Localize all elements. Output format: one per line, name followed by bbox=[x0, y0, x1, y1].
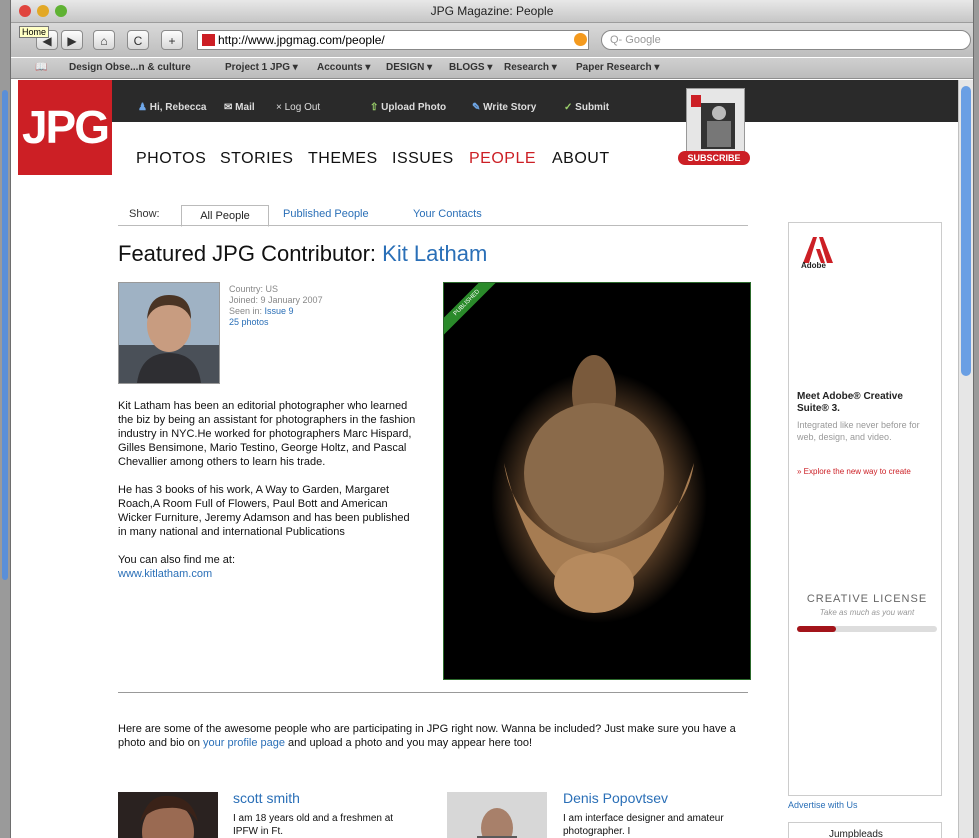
issue-link[interactable]: Issue 9 bbox=[265, 306, 294, 316]
search-input[interactable]: Q- Google bbox=[601, 30, 971, 50]
write-story-link[interactable]: ✎ Write Story bbox=[472, 102, 536, 113]
submit-icon: ✓ bbox=[564, 102, 573, 113]
bookmarks-bar: 📖 Design Obse...n & culture Project 1 JP… bbox=[11, 58, 973, 79]
person-photo[interactable] bbox=[447, 792, 547, 838]
creative-license-title: CREATIVE LICENSE bbox=[806, 593, 928, 605]
bookmark-item[interactable]: Research ▾ bbox=[504, 62, 557, 73]
submit-link[interactable]: ✓ Submit bbox=[564, 102, 609, 113]
bookmarks-book-icon[interactable]: 📖 bbox=[35, 62, 47, 73]
bookmark-item[interactable]: Project 1 JPG ▾ bbox=[225, 62, 298, 73]
nav-issues[interactable]: ISSUES bbox=[392, 150, 454, 168]
browser-toolbar: ◀ ▶ ⌂ C + Home http://www.jpgmag.com/peo… bbox=[11, 23, 973, 57]
logout-link[interactable]: × Log Out bbox=[276, 102, 320, 113]
home-tooltip: Home bbox=[19, 26, 50, 38]
country: Country: US bbox=[229, 284, 279, 294]
tab-published-people[interactable]: Published People bbox=[283, 208, 369, 220]
show-label: Show: bbox=[129, 208, 160, 220]
magazine-cover-thumbnail[interactable] bbox=[686, 88, 745, 154]
advertise-link[interactable]: Advertise with Us bbox=[788, 800, 858, 810]
secondary-ad-text: Jumpbleads bbox=[829, 829, 883, 838]
vertical-scrollbar[interactable] bbox=[958, 80, 973, 838]
home-button[interactable]: ⌂ bbox=[93, 30, 115, 50]
featured-avatar[interactable] bbox=[118, 282, 220, 384]
find-me-label: You can also find me at: bbox=[118, 554, 236, 566]
scrollbar-thumb[interactable] bbox=[961, 86, 971, 376]
adobe-ad[interactable]: Adobe Meet Adobe® Creative Suite® 3. Int… bbox=[788, 222, 942, 796]
joined-date: Joined: 9 January 2007 bbox=[229, 295, 323, 305]
featured-heading: Featured JPG Contributor: Kit Latham bbox=[118, 241, 488, 266]
window-title: JPG Magazine: People bbox=[430, 4, 554, 18]
pencil-icon: ✎ bbox=[472, 102, 481, 113]
add-bookmark-button[interactable]: + bbox=[161, 30, 183, 50]
person-photo[interactable] bbox=[118, 792, 218, 838]
site-favicon-icon bbox=[202, 34, 215, 46]
desktop-left-edge bbox=[0, 0, 10, 838]
seen-in: Seen in: Issue 9 bbox=[229, 306, 294, 316]
website-link[interactable]: www.kitlatham.com bbox=[118, 567, 418, 581]
upload-icon: ⇧ bbox=[370, 102, 379, 113]
nav-stories[interactable]: STORIES bbox=[220, 150, 293, 168]
url-bar[interactable]: http://www.jpgmag.com/people/ bbox=[197, 30, 589, 50]
secondary-ad[interactable]: Jumpbleads bbox=[788, 822, 942, 838]
bookmark-item[interactable]: Design Obse...n & culture bbox=[69, 62, 191, 73]
person-bio: I am 18 years old and a freshmen at IPFW… bbox=[233, 813, 394, 837]
url-text: http://www.jpgmag.com/people/ bbox=[218, 33, 385, 47]
section-divider bbox=[118, 692, 748, 693]
bookmark-item[interactable]: Accounts ▾ bbox=[317, 62, 370, 73]
bookmark-item[interactable]: Paper Research ▾ bbox=[576, 62, 659, 73]
person-name-link[interactable]: Denis Popovtsev bbox=[563, 790, 668, 806]
photos-count-link[interactable]: 25 photos bbox=[229, 317, 269, 327]
bio-paragraph: Kit Latham has been an editorial photogr… bbox=[118, 400, 416, 468]
nav-people[interactable]: PEOPLE bbox=[469, 150, 536, 168]
tab-all-people[interactable]: All People bbox=[181, 205, 269, 227]
subscribe-button[interactable]: SUBSCRIBE bbox=[678, 151, 750, 165]
people-intro: Here are some of the awesome people who … bbox=[118, 723, 736, 749]
featured-bio: Kit Latham has been an editorial photogr… bbox=[118, 399, 418, 581]
ad-headline: Meet Adobe® Creative Suite® 3. bbox=[797, 391, 903, 414]
bookmark-item[interactable]: DESIGN ▾ bbox=[386, 62, 432, 73]
forward-button[interactable]: ▶ bbox=[61, 30, 83, 50]
profile-page-link[interactable]: your profile page bbox=[203, 737, 285, 749]
ad-brand: Adobe bbox=[801, 261, 826, 270]
creative-license-bar bbox=[797, 626, 937, 632]
upload-photo-link[interactable]: ⇧ Upload Photo bbox=[370, 102, 446, 113]
jpg-logo[interactable]: JPG bbox=[18, 80, 112, 175]
browser-window: JPG Magazine: People ◀ ▶ ⌂ C + Home http… bbox=[10, 0, 974, 838]
ad-subtext: Integrated like never before for web, de… bbox=[797, 420, 920, 442]
person-bio: I am interface designer and amateur phot… bbox=[563, 813, 724, 837]
person-name-link[interactable]: scott smith bbox=[233, 790, 300, 806]
mail-link[interactable]: ✉ Mail bbox=[224, 102, 255, 113]
featured-meta: Country: US Joined: 9 January 2007 Seen … bbox=[229, 284, 323, 328]
featured-photo[interactable]: PUBLISHED bbox=[443, 282, 751, 680]
main-nav: PHOTOS STORIES THEMES ISSUES PEOPLE ABOU… bbox=[112, 122, 973, 178]
ad-cta-link[interactable]: » Explore the new way to create bbox=[797, 467, 941, 476]
bio-paragraph: He has 3 books of his work, A Way to Gar… bbox=[118, 484, 410, 538]
rss-icon[interactable] bbox=[574, 33, 587, 46]
tabs-divider bbox=[118, 225, 748, 226]
tab-your-contacts[interactable]: Your Contacts bbox=[413, 208, 482, 220]
reload-button[interactable]: C bbox=[127, 30, 149, 50]
user-greeting[interactable]: ♟ Hi, Rebecca bbox=[138, 102, 206, 113]
featured-name-link[interactable]: Kit Latham bbox=[382, 241, 487, 266]
creative-license-sub: Take as much as you want bbox=[819, 608, 915, 617]
user-bar: ♟ Hi, Rebecca ✉ Mail × Log Out ⇧ Upload … bbox=[112, 80, 973, 122]
nav-about[interactable]: ABOUT bbox=[552, 150, 610, 168]
nav-themes[interactable]: THEMES bbox=[308, 150, 378, 168]
bookmark-item[interactable]: BLOGS ▾ bbox=[449, 62, 492, 73]
title-bar: JPG Magazine: People bbox=[11, 0, 973, 23]
mail-icon: ✉ bbox=[224, 102, 233, 113]
nav-photos[interactable]: PHOTOS bbox=[136, 150, 206, 168]
creative-license-fill bbox=[797, 626, 837, 632]
